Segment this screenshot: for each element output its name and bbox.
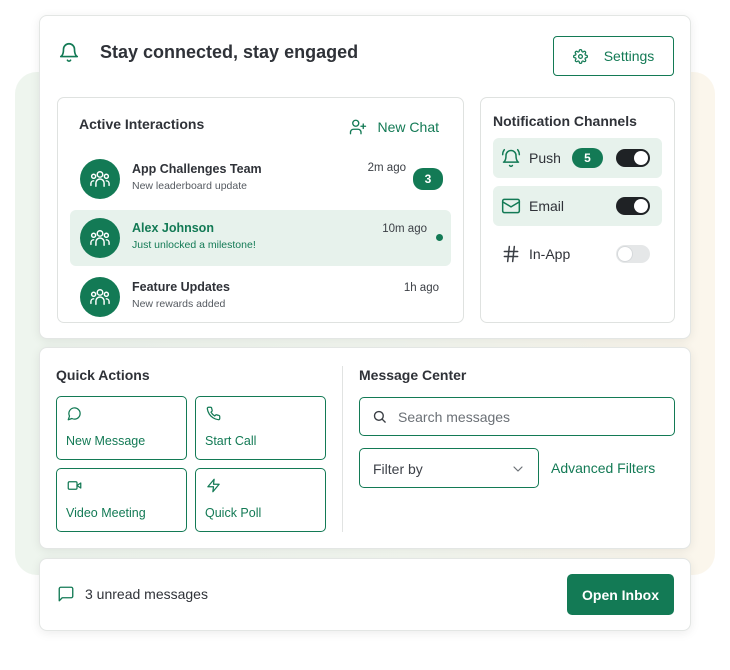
- channel-label: In-App: [529, 246, 571, 262]
- start-call-label: Start Call: [205, 434, 257, 448]
- zap-icon: [206, 478, 221, 493]
- conversation-preview: New leaderboard update: [132, 180, 247, 192]
- unread-text: 3 unread messages: [85, 586, 208, 602]
- video-meeting-label: Video Meeting: [66, 506, 146, 520]
- conversation-row[interactable]: Feature Updates New rewards added 1h ago: [70, 269, 451, 325]
- settings-button[interactable]: Settings: [553, 36, 674, 76]
- bell-ring-icon: [501, 148, 521, 168]
- message-square-icon: [57, 585, 75, 603]
- conversation-time: 10m ago: [382, 223, 427, 235]
- conversation-row-active[interactable]: Alex Johnson Just unlocked a milestone! …: [70, 210, 451, 266]
- hash-icon: [501, 244, 521, 264]
- push-count-badge: 5: [572, 148, 603, 168]
- conversation-preview: Just unlocked a milestone!: [132, 239, 256, 251]
- channel-label: Email: [529, 198, 565, 214]
- filter-label: Filter by: [373, 461, 423, 477]
- panel-header: Stay connected, stay engaged: [58, 40, 358, 64]
- quick-poll-button[interactable]: Quick Poll: [195, 468, 326, 532]
- conversation-name: Feature Updates: [132, 280, 230, 294]
- filter-select[interactable]: Filter by: [359, 448, 539, 488]
- group-avatar: [80, 218, 120, 258]
- search-input[interactable]: Search messages: [359, 397, 675, 436]
- notification-channels-panel: Notification Channels Push 5 Email In-Ap…: [480, 97, 675, 323]
- unread-count-badge: 3: [413, 168, 443, 190]
- new-message-label: New Message: [66, 434, 146, 448]
- quick-poll-label: Quick Poll: [205, 506, 262, 520]
- channel-in-app: In-App: [493, 234, 662, 274]
- search-icon: [372, 409, 387, 424]
- in-app-toggle[interactable]: [616, 245, 650, 263]
- new-chat-label: New Chat: [377, 119, 439, 135]
- active-interactions-panel: Active Interactions New Chat App Challen…: [57, 97, 464, 323]
- quick-actions-title: Quick Actions: [56, 367, 150, 383]
- start-call-button[interactable]: Start Call: [195, 396, 326, 460]
- settings-label: Settings: [603, 48, 655, 64]
- conversation-time: 1h ago: [403, 282, 439, 294]
- channel-push: Push 5: [493, 138, 662, 178]
- message-center-title: Message Center: [359, 367, 467, 383]
- chevron-down-icon: [512, 464, 524, 474]
- group-avatar: [80, 159, 120, 199]
- actions-panel: Quick Actions New Message Start Call Vid…: [39, 347, 691, 549]
- notification-channels-title: Notification Channels: [493, 113, 637, 129]
- page-title: Stay connected, stay engaged: [100, 41, 359, 62]
- mail-icon: [501, 196, 521, 216]
- open-inbox-button[interactable]: Open Inbox: [567, 574, 674, 615]
- unread-dot: [436, 234, 443, 241]
- conversation-name: Alex Johnson: [132, 221, 214, 235]
- bell-icon: [58, 40, 80, 64]
- engagement-panel: Stay connected, stay engaged Settings Ac…: [39, 15, 691, 339]
- search-placeholder: Search messages: [398, 408, 511, 425]
- section-divider: [342, 366, 343, 532]
- conversation-preview: New rewards added: [132, 298, 226, 310]
- new-message-button[interactable]: New Message: [56, 396, 187, 460]
- channel-email: Email: [493, 186, 662, 226]
- conversation-row[interactable]: App Challenges Team New leaderboard upda…: [70, 151, 451, 207]
- push-toggle[interactable]: [616, 149, 650, 167]
- unread-summary: 3 unread messages: [57, 585, 208, 603]
- conversation-name: App Challenges Team: [132, 162, 262, 176]
- video-meeting-button[interactable]: Video Meeting: [56, 468, 187, 532]
- phone-icon: [206, 406, 221, 421]
- channel-label: Push: [529, 150, 561, 166]
- inbox-bar: 3 unread messages Open Inbox: [39, 558, 691, 631]
- new-chat-button[interactable]: New Chat: [349, 118, 439, 136]
- message-circle-icon: [67, 406, 82, 421]
- user-plus-icon: [349, 118, 367, 136]
- email-toggle[interactable]: [616, 197, 650, 215]
- group-avatar: [80, 277, 120, 317]
- conversation-time: 2m ago: [367, 162, 406, 174]
- active-interactions-title: Active Interactions: [79, 116, 205, 132]
- advanced-filters-link[interactable]: Advanced Filters: [551, 460, 655, 476]
- gear-icon: [572, 48, 588, 64]
- video-icon: [67, 478, 82, 493]
